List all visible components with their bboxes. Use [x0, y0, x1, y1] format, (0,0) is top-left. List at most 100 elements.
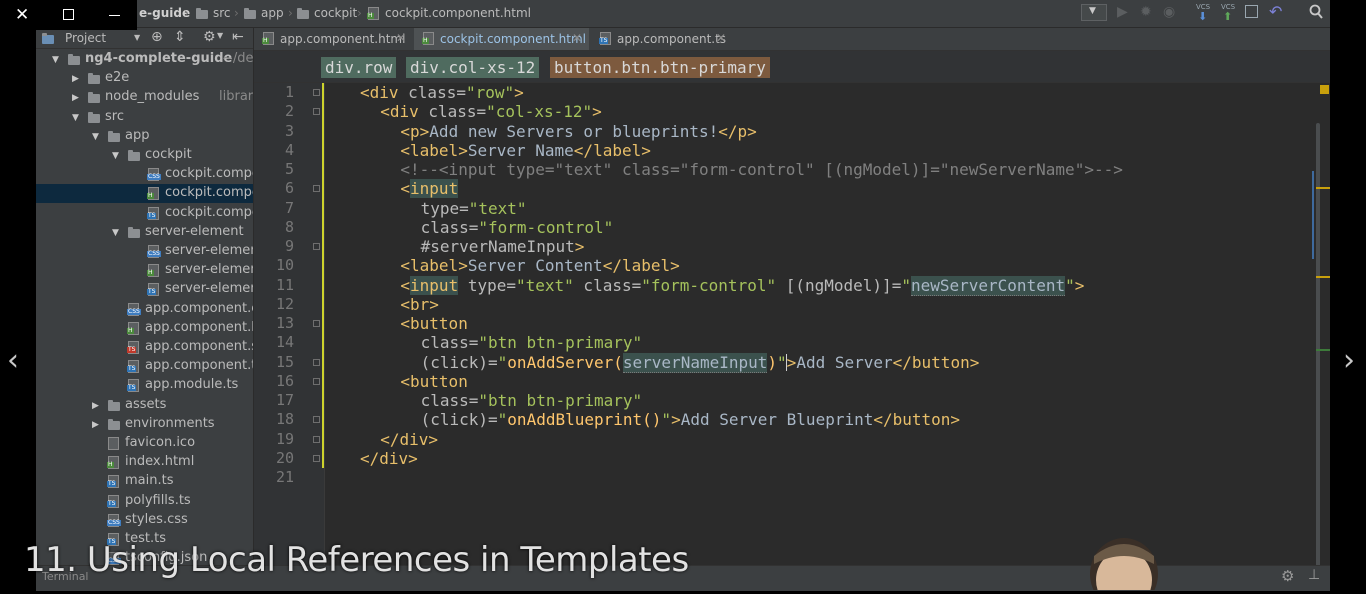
fold-marker-icon[interactable] — [313, 358, 320, 366]
hide-panel-icon[interactable]: ⊥ — [1308, 567, 1320, 583]
tree-folder[interactable]: ▶ assets — [36, 396, 253, 415]
expanded-arrow-icon[interactable]: ▼ — [112, 151, 119, 161]
breadcrumb-app[interactable]: app — [261, 6, 284, 20]
code-line[interactable]: class="btn btn-primary" — [421, 333, 643, 352]
expanded-arrow-icon[interactable]: ▼ — [72, 113, 79, 123]
code-line[interactable]: type="text" — [421, 199, 527, 218]
tree-folder[interactable]: ▶ environments — [36, 415, 253, 434]
code-line[interactable]: <div class="row"> — [360, 83, 524, 102]
fold-marker-icon[interactable] — [313, 89, 320, 96]
breadcrumb-file[interactable]: cockpit.component.html — [385, 6, 531, 20]
breadcrumb-cockpit[interactable]: cockpit — [314, 6, 357, 20]
debug-icon[interactable]: ✹ — [1140, 4, 1152, 20]
code-line[interactable]: </div> — [380, 430, 438, 449]
close-icon[interactable]: ✕ — [15, 5, 29, 25]
tree-folder[interactable]: ▼ ng4-complete-guide~/deve — [36, 50, 253, 69]
close-icon[interactable]: ✕ — [716, 31, 726, 45]
breadcrumb-project[interactable]: e-guide — [139, 6, 190, 20]
fold-marker-icon[interactable] — [313, 243, 320, 250]
search-icon[interactable] — [1309, 4, 1323, 22]
breadcrumb-src[interactable]: src — [213, 6, 231, 20]
tree-file[interactable]: Happ.component.html — [36, 319, 253, 338]
vcs-commit-icon[interactable]: ⬆ — [1223, 10, 1232, 23]
tree-file[interactable]: TS cockpit.component.ts — [36, 204, 253, 223]
expanded-arrow-icon[interactable]: ▼ — [52, 55, 59, 65]
code-line[interactable]: (click)="onAddBlueprint()">Add Server Bl… — [421, 410, 960, 429]
project-view-label[interactable]: Project — [65, 31, 106, 45]
tree-file[interactable]: TS polyfills.ts — [36, 492, 253, 511]
chevron-down-icon[interactable]: ▼ — [217, 31, 223, 40]
code-line[interactable]: class="form-control" — [421, 218, 614, 237]
tab-app-component-ts[interactable]: TS app.component.ts ✕ — [591, 28, 736, 50]
tag-crumb-button[interactable]: button.btn.btn-primary — [550, 57, 770, 78]
collapsed-arrow-icon[interactable]: ▶ — [92, 420, 99, 430]
expanded-arrow-icon[interactable]: ▼ — [92, 132, 99, 142]
fold-marker-icon[interactable] — [313, 435, 320, 443]
run-icon[interactable]: ▶ — [1117, 4, 1128, 20]
editor-scrollbar[interactable] — [1316, 123, 1320, 583]
code-line[interactable]: (click)="onAddServer(serverNameInput)">A… — [421, 352, 979, 373]
code-line[interactable]: <br> — [400, 295, 439, 314]
gear-icon[interactable]: ⚙ — [203, 29, 216, 45]
code-line[interactable]: <!--<input type="text" class="form-contr… — [400, 160, 1122, 179]
code-line[interactable]: class="btn btn-primary" — [421, 391, 643, 410]
tree-file[interactable]: TS app.component.ts — [36, 357, 253, 376]
tree-file[interactable]: Hindex.html — [36, 453, 253, 472]
code-line[interactable]: <p>Add new Servers or blueprints!</p> — [400, 122, 756, 141]
stop-icon[interactable]: ◉ — [1163, 4, 1175, 20]
warning-marker[interactable] — [1320, 85, 1329, 94]
code-line[interactable]: </div> — [360, 449, 418, 468]
minimize-icon[interactable] — [109, 15, 120, 16]
tag-crumb-div-row[interactable]: div.row — [321, 57, 397, 78]
code-line[interactable]: <div class="col-xs-12"> — [380, 102, 602, 121]
tree-file[interactable]: CSS styles.css — [36, 511, 253, 530]
scrollbar-thumb[interactable] — [1312, 171, 1314, 259]
close-icon[interactable]: ✕ — [396, 31, 406, 45]
history-icon[interactable] — [1245, 5, 1258, 18]
project-tree[interactable]: ▼ ng4-complete-guide~/deve ▶ e2e ▶ node_modul… — [36, 49, 253, 590]
tab-app-component-html[interactable]: H app.component.html ✕ — [254, 28, 412, 50]
fold-marker-icon[interactable] — [313, 416, 320, 424]
code-line[interactable]: #serverNameInput> — [421, 237, 585, 256]
tree-folder[interactable]: ▼ app — [36, 127, 253, 146]
tree-folder[interactable]: ▶ e2e — [36, 69, 253, 88]
chevron-down-icon[interactable]: ▼ — [134, 33, 140, 42]
code-line[interactable]: <label>Server Content</label> — [400, 256, 679, 275]
collapsed-arrow-icon[interactable]: ▶ — [92, 401, 99, 411]
vcs-update-icon[interactable]: ⬇ — [1198, 10, 1207, 23]
tree-file[interactable]: Hserver-element.component.html — [36, 261, 253, 280]
tree-file[interactable]: CSS server-element.component.css — [36, 242, 253, 261]
code-line[interactable]: <input — [400, 179, 459, 199]
collapsed-arrow-icon[interactable]: ▶ — [72, 93, 79, 103]
tree-folder[interactable]: ▶ node_modules library root — [36, 88, 253, 107]
collapsed-arrow-icon[interactable]: ▶ — [72, 74, 79, 84]
code-editor[interactable]: <div class="row"> <div class="col-xs-12">… — [325, 83, 1325, 590]
collapse-icon[interactable]: ⇕ — [174, 29, 186, 45]
tree-file[interactable]: TS app.module.ts — [36, 376, 253, 395]
restore-icon[interactable] — [63, 9, 74, 20]
fold-marker-icon[interactable] — [313, 377, 320, 385]
code-line[interactable]: <label>Server Name</label> — [400, 141, 650, 160]
tree-file[interactable]: CSS cockpit.component.css — [36, 165, 253, 184]
fold-marker-icon[interactable] — [313, 454, 320, 462]
close-icon[interactable]: ✕ — [572, 31, 582, 45]
tab-cockpit-component-html[interactable]: H cockpit.component.html ✕ — [414, 28, 589, 50]
gear-icon[interactable]: ⚙ — [1281, 567, 1294, 585]
previous-arrow-icon[interactable]: ‹ — [7, 343, 19, 378]
tree-folder[interactable]: ▼ cockpit — [36, 146, 253, 165]
fold-marker-icon[interactable] — [313, 320, 320, 327]
code-line[interactable]: <input type="text" class="form-control" … — [400, 275, 1084, 296]
locate-icon[interactable]: ⊕ — [151, 29, 163, 45]
expanded-arrow-icon[interactable]: ▼ — [112, 228, 119, 238]
tree-file[interactable]: TS app.component.spec.ts — [36, 338, 253, 357]
tree-file[interactable]: TS server-element.component.ts — [36, 280, 253, 299]
tree-file[interactable]: Hcockpit.component.html — [36, 184, 253, 204]
tree-file[interactable]: favicon.ico — [36, 434, 253, 453]
tree-folder[interactable]: ▼ src — [36, 108, 253, 127]
tree-folder[interactable]: ▼ server-element — [36, 223, 253, 242]
revert-icon[interactable]: ↶ — [1269, 2, 1282, 21]
tree-file[interactable]: TS main.ts — [36, 472, 253, 491]
tree-file[interactable]: CSS app.component.css — [36, 300, 253, 319]
fold-marker-icon[interactable] — [313, 185, 320, 193]
run-config-dropdown[interactable]: ▼ — [1081, 4, 1107, 21]
